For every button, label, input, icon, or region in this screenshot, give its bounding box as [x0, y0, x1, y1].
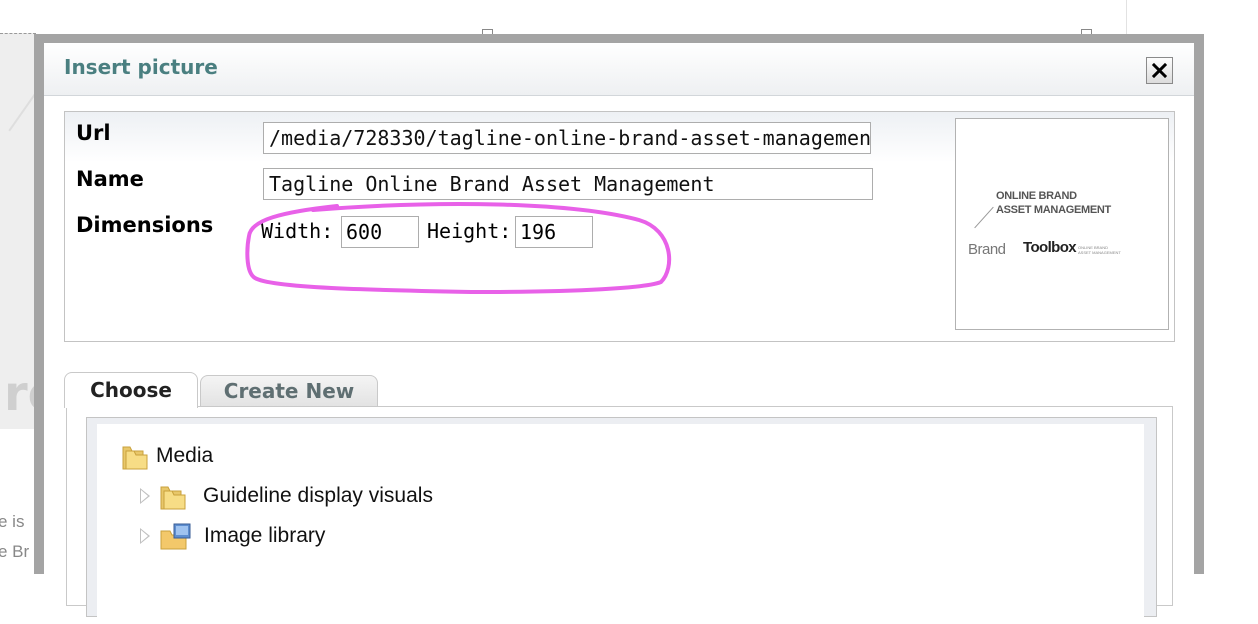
tree-item-label: Image library [204, 524, 326, 547]
preview-text: ONLINE BRAND [996, 190, 1077, 202]
background-text-line: e Br [0, 542, 30, 561]
media-tree-frame: Media Guideline display visuals Image li… [86, 417, 1157, 624]
image-preview: ONLINE BRAND ASSET MANAGEMENT Brand Tool… [955, 118, 1169, 330]
preview-small-text: ONLINE BRAND ASSET MANAGEMENT [1078, 245, 1121, 255]
url-field[interactable]: /media/728330/tagline-online-brand-asset… [263, 122, 871, 154]
close-icon [1152, 63, 1167, 78]
background-text-line: e is [0, 512, 25, 531]
picture-properties: Url /media/728330/tagline-online-brand-a… [64, 111, 1175, 342]
tree-item-guideline-display-visuals[interactable]: Guideline display visuals [140, 482, 433, 510]
highlight-annotation [245, 202, 672, 294]
expand-arrow-icon[interactable] [140, 488, 150, 504]
tree-item-label: Media [156, 444, 214, 467]
dimensions-label: Dimensions [76, 213, 214, 237]
close-button[interactable] [1146, 57, 1173, 84]
tree-item-media[interactable]: Media [122, 442, 213, 470]
preview-logo-toolbox: Toolbox [1023, 239, 1077, 256]
choose-tab-panel: Media Guideline display visuals Image li… [66, 406, 1173, 624]
preview-text: ASSET MANAGEMENT [996, 204, 1111, 216]
name-label: Name [76, 167, 144, 191]
insert-picture-dialog: Insert picture Url /media/728330/tagline… [34, 34, 1204, 624]
image-folder-icon [160, 523, 191, 550]
media-tree: Media Guideline display visuals Image li… [97, 424, 1144, 624]
preview-graphic [974, 206, 994, 229]
folder-icon [122, 446, 148, 470]
tab-choose[interactable]: Choose [64, 372, 198, 408]
folder-icon [160, 486, 186, 510]
tree-item-image-library[interactable]: Image library [140, 522, 325, 550]
url-label: Url [76, 121, 111, 145]
dialog-header: Insert picture [44, 43, 1194, 96]
name-field[interactable]: Tagline Online Brand Asset Management [263, 168, 873, 200]
dialog-title: Insert picture [64, 55, 218, 79]
expand-arrow-icon[interactable] [140, 528, 150, 544]
tab-create-new[interactable]: Create New [200, 375, 378, 408]
preview-logo-brand: Brand [968, 241, 1006, 258]
dialog-body: Insert picture Url /media/728330/tagline… [44, 43, 1194, 624]
tree-item-label: Guideline display visuals [203, 484, 433, 507]
